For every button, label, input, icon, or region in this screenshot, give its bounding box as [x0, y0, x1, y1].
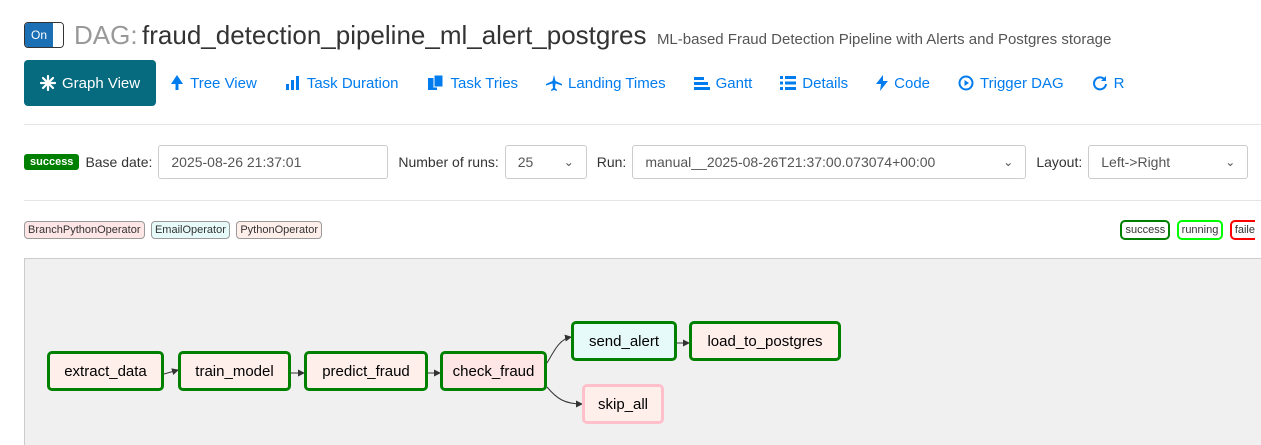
page-title: DAG: fraud_detection_pipeline_ml_alert_p…: [74, 20, 1111, 51]
gantt-icon: [693, 77, 710, 90]
dag-graph-canvas[interactable]: extract_data train_model predict_fraud c…: [24, 258, 1261, 445]
edge: [163, 368, 179, 376]
base-date-label: Base date:: [85, 154, 153, 170]
dag-id: fraud_detection_pipeline_ml_alert_postgr…: [142, 20, 647, 50]
tab-gantt[interactable]: Gantt: [680, 60, 767, 106]
task-node-extract-data[interactable]: extract_data: [47, 351, 164, 391]
task-node-train-model[interactable]: train_model: [178, 351, 291, 391]
bolt-icon: [876, 75, 889, 91]
bar-chart-icon: [285, 76, 299, 90]
divider: [24, 200, 1261, 201]
dag-nav-tabs: Graph View Tree View Task Duration Task …: [24, 60, 1139, 106]
task-node-label: predict_fraud: [322, 362, 410, 380]
run-select[interactable]: manual__2025-08-26T21:37:00.073074+00:00…: [632, 145, 1027, 179]
task-node-check-fraud[interactable]: check_fraud: [440, 351, 547, 391]
plane-icon: [546, 75, 563, 91]
tab-label: Details: [802, 74, 849, 92]
task-node-label: extract_data: [64, 362, 147, 380]
chevron-down-icon: ⌄: [563, 155, 574, 169]
base-date-input[interactable]: 2025-08-26 21:37:01: [158, 145, 389, 179]
tab-label: Graph View: [62, 74, 141, 92]
operator-tag: EmailOperator: [150, 221, 230, 239]
num-runs-select[interactable]: 25 ⌄: [504, 145, 587, 179]
run-value: manual__2025-08-26T21:37:00.073074+00:00: [645, 154, 936, 170]
toggle-on-label: On: [25, 23, 54, 47]
task-node-label: train_model: [195, 362, 274, 380]
task-node-label: load_to_postgres: [707, 332, 823, 350]
tab-task-tries[interactable]: Task Tries: [413, 60, 533, 106]
asterisk-icon: [40, 75, 56, 91]
state-tag[interactable]: success: [1120, 220, 1171, 240]
run-filter-form: success Base date: 2025-08-26 21:37:01 N…: [24, 142, 1258, 182]
dag-description: ML-based Fraud Detection Pipeline with A…: [656, 31, 1112, 48]
tab-label: Task Duration: [306, 74, 399, 92]
base-date-value: 2025-08-26 21:37:01: [171, 154, 302, 170]
layout-select[interactable]: Left->Right ⌄: [1088, 145, 1249, 179]
tab-label: Trigger DAG: [980, 74, 1064, 92]
edge: [546, 386, 583, 408]
run-label: Run:: [596, 154, 627, 170]
state-tag[interactable]: running: [1176, 220, 1224, 240]
edge: [546, 334, 572, 364]
refresh-icon: [1092, 76, 1107, 91]
num-runs-value: 25: [517, 154, 534, 170]
tab-label: Landing Times: [568, 74, 666, 92]
toggle-knob: [53, 23, 64, 47]
operator-legend: BranchPythonOperator EmailOperator Pytho…: [24, 220, 324, 239]
tab-label: Gantt: [715, 74, 753, 92]
tree-icon: [171, 75, 184, 90]
play-circle-icon: [958, 75, 974, 91]
tab-refresh[interactable]: R: [1078, 60, 1139, 106]
operator-tag: PythonOperator: [236, 221, 322, 239]
task-node-skip-all[interactable]: skip_all: [582, 384, 664, 424]
tab-trigger-dag[interactable]: Trigger DAG: [944, 60, 1078, 106]
task-node-label: check_fraud: [452, 362, 535, 380]
state-legend: success running faile: [1118, 220, 1255, 240]
dag-pause-toggle[interactable]: On: [24, 22, 65, 48]
tab-tree-view[interactable]: Tree View: [156, 60, 271, 106]
divider: [24, 124, 1261, 125]
layout-value: Left->Right: [1101, 154, 1171, 170]
chevron-down-icon: ⌄: [1225, 155, 1236, 169]
layout-label: Layout:: [1036, 154, 1083, 170]
operator-tag: BranchPythonOperator: [24, 221, 145, 239]
task-node-label: skip_all: [597, 395, 649, 413]
tab-landing-times[interactable]: Landing Times: [532, 60, 680, 106]
tab-label: R: [1113, 74, 1125, 92]
dag-state-badge: success: [24, 154, 80, 170]
tab-details[interactable]: Details: [766, 60, 862, 106]
tab-graph-view[interactable]: Graph View: [24, 60, 157, 106]
tab-task-duration[interactable]: Task Duration: [271, 60, 413, 106]
tab-label: Code: [894, 74, 931, 92]
dag-prefix: DAG:: [74, 20, 138, 50]
task-node-send-alert[interactable]: send_alert: [571, 321, 677, 361]
tab-label: Task Tries: [450, 74, 519, 92]
tab-label: Tree View: [190, 74, 257, 92]
tab-code[interactable]: Code: [862, 60, 944, 106]
chevron-down-icon: ⌄: [1003, 155, 1014, 169]
task-node-label: send_alert: [588, 332, 660, 350]
task-node-load-to-postgres[interactable]: load_to_postgres: [689, 321, 841, 361]
num-runs-label: Number of runs:: [398, 154, 499, 170]
files-icon: [427, 75, 444, 90]
task-node-predict-fraud[interactable]: predict_fraud: [304, 351, 428, 391]
state-tag[interactable]: faile: [1229, 220, 1255, 240]
list-icon: [780, 76, 797, 90]
